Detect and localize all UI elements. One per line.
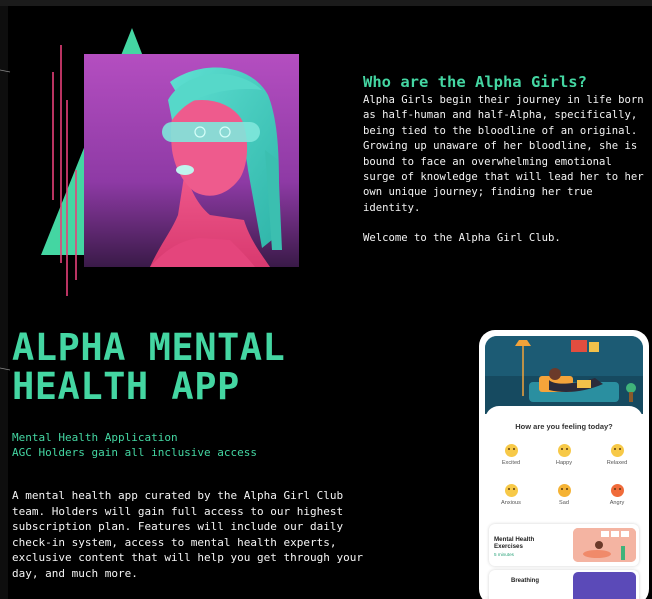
about-section: Who are the Alpha Girls? Alpha Girls beg… xyxy=(363,73,648,247)
lips xyxy=(176,165,194,175)
mood-label: Angry xyxy=(609,500,625,506)
mood-option-sad[interactable]: Sad xyxy=(544,484,584,506)
welcome-text: Welcome to the Alpha Girl Club. xyxy=(363,232,561,245)
anxious-face-icon xyxy=(504,484,518,497)
mood-label: Excited xyxy=(501,460,521,466)
exercise-card-title: Mental Health Exercises xyxy=(494,536,535,550)
about-heading: Who are the Alpha Girls? xyxy=(363,73,587,91)
mood-check-card: How are you feeling today? Excited Happy… xyxy=(485,406,643,596)
app-subtitle-line2: AGC Holders gain all inclusive access xyxy=(12,446,258,459)
page-frame: Who are the Alpha Girls? Alpha Girls beg… xyxy=(0,0,652,599)
breathing-card[interactable]: Breathing xyxy=(489,570,639,599)
mood-option-excited[interactable]: Excited xyxy=(491,444,531,466)
mood-label: Anxious xyxy=(501,500,521,506)
sad-face-icon xyxy=(557,484,571,497)
app-title: ALPHA MENTAL HEALTH APP xyxy=(12,328,285,406)
app-subtitle: Mental Health Application AGC Holders ga… xyxy=(12,430,257,460)
breathing-card-title: Breathing xyxy=(511,578,540,584)
phone-hero-illustration xyxy=(485,336,643,414)
mood-question: How are you feeling today? xyxy=(515,422,613,431)
connector-line-top xyxy=(0,69,11,73)
app-title-line2: HEALTH APP xyxy=(12,365,240,408)
excited-face-icon xyxy=(504,444,518,457)
mood-label: Happy xyxy=(555,460,573,466)
mood-option-anxious[interactable]: Anxious xyxy=(491,484,531,506)
app-title-line1: ALPHA MENTAL xyxy=(12,326,286,369)
relaxed-face-icon xyxy=(610,444,624,457)
mood-option-angry[interactable]: Angry xyxy=(597,484,637,506)
breathing-illustration xyxy=(573,572,636,599)
happy-face-icon xyxy=(557,444,571,457)
exercise-illustration xyxy=(573,528,636,562)
about-body: Alpha Girls begin their journey in life … xyxy=(363,94,644,214)
mood-label: Sad xyxy=(559,500,569,506)
connector-line-bottom xyxy=(0,367,11,371)
phone-mockup: How are you feeling today? Excited Happy… xyxy=(479,330,649,599)
mood-option-happy[interactable]: Happy xyxy=(544,444,584,466)
mood-option-relaxed[interactable]: Relaxed xyxy=(597,444,637,466)
visor xyxy=(162,122,260,142)
app-subtitle-line1: Mental Health Application xyxy=(12,431,178,444)
mood-label: Relaxed xyxy=(606,460,628,466)
exercise-card-duration: 5 minutes xyxy=(494,552,514,557)
app-description: A mental health app curated by the Alpha… xyxy=(12,489,363,580)
phone-screen: How are you feeling today? Excited Happy… xyxy=(485,336,643,599)
angry-face-icon xyxy=(610,484,624,497)
exercise-card[interactable]: Mental Health Exercises 5 minutes xyxy=(489,524,639,566)
